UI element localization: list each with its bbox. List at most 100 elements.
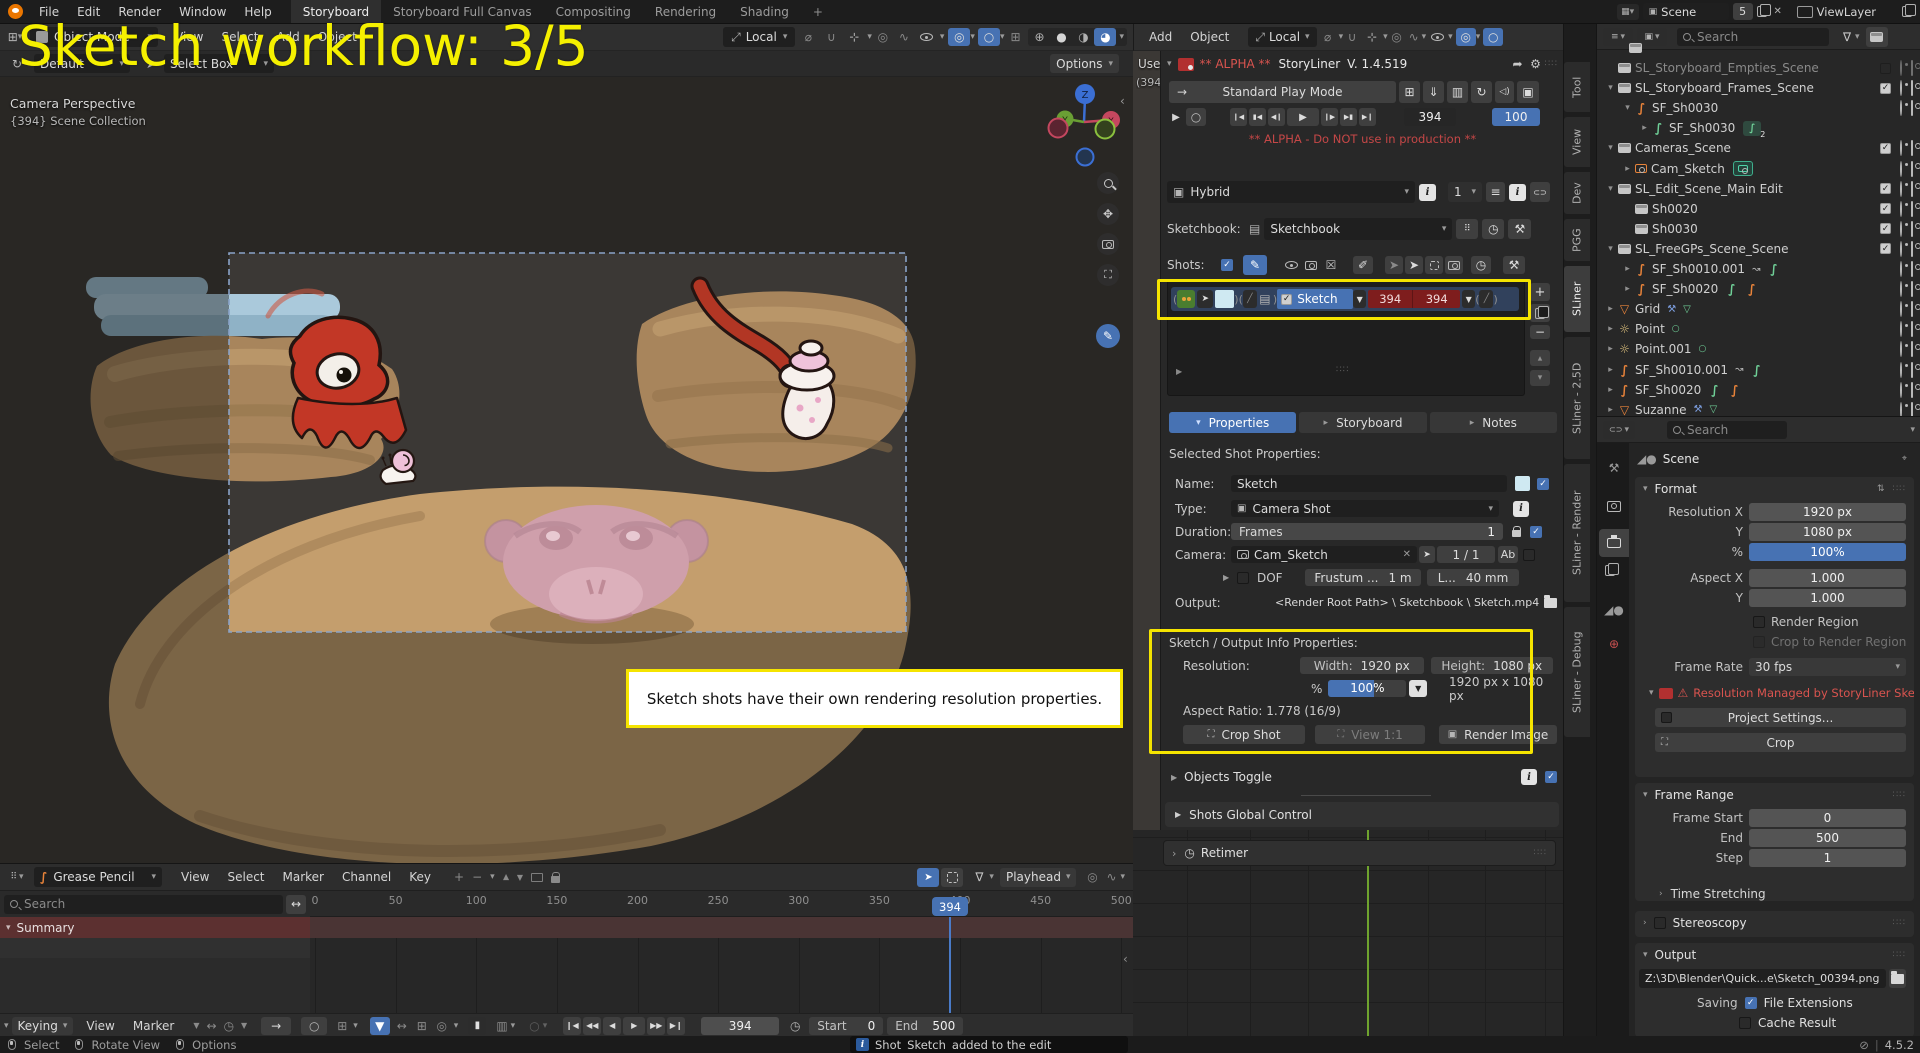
render-camera-toggle[interactable] (1911, 403, 1913, 416)
ghost-icon[interactable]: ○ (529, 1019, 539, 1033)
tab-viewlayer-icon[interactable] (1605, 565, 1615, 576)
sketchbook-dropdown[interactable]: Sketchbook▾ (1264, 218, 1452, 240)
playhead-line[interactable] (949, 917, 951, 1013)
outliner-row[interactable]: ▸∫SF_Sh0020∫∫ (1597, 380, 1920, 400)
add-key-icon[interactable]: + (454, 870, 464, 884)
outliner-row[interactable]: ▾SL_FreeGPs_Scene_Scene✓ (1597, 239, 1920, 259)
outliner-item-label[interactable]: Cameras_Scene (1635, 141, 1731, 155)
dope-editor-icon[interactable]: ⠿▾ (0, 872, 34, 882)
expander-icon[interactable]: ▾ (1603, 244, 1618, 254)
dope-menu-key[interactable]: Key (400, 870, 440, 884)
frame-alt-field[interactable]: 100 (1492, 108, 1540, 126)
hide-eye-toggle[interactable] (1900, 141, 1902, 155)
channel-expand-icon[interactable]: ↔ (286, 895, 306, 914)
transport-5[interactable]: ▶❙ (667, 1017, 685, 1035)
screen-icon[interactable] (531, 873, 543, 882)
play-mode-button[interactable]: →Standard Play Mode (1169, 81, 1396, 103)
snap-mode-icon[interactable]: ↔ (394, 1019, 410, 1033)
stats-icon[interactable]: ▥ (1447, 81, 1468, 103)
hide-eye-toggle[interactable] (1900, 403, 1902, 416)
render-camera-toggle[interactable] (1911, 302, 1913, 316)
project-export-icon[interactable]: ➦ (1509, 57, 1527, 71)
objects-toggle-checkbox[interactable]: ✓ (1545, 771, 1557, 783)
shot-name-input[interactable]: Sketch (1231, 475, 1507, 492)
tab-tool-icon[interactable]: ⚒ (1603, 457, 1625, 479)
collection-checkbox[interactable]: ✓ (1880, 143, 1891, 154)
outliner-item-label[interactable]: SF_Sh0030 (1669, 121, 1735, 135)
chart-icon[interactable]: ▥ (496, 1019, 507, 1033)
notification[interactable]: i Shot Sketch added to the edit (850, 1036, 1128, 1053)
outliner-item-label[interactable]: SL_Edit_Scene_Main Edit (1635, 182, 1783, 196)
marker-range-icon[interactable]: ↔ (207, 1019, 217, 1033)
layout-info-icon[interactable]: i (1419, 184, 1436, 201)
dope-menu-view[interactable]: View (172, 870, 218, 884)
layout-mode-dropdown[interactable]: ▣Hybrid▾ (1167, 181, 1415, 203)
shots-box-cam-icon[interactable] (1445, 256, 1463, 274)
expander-icon[interactable]: ▸ (1603, 324, 1618, 334)
tab-scene-icon[interactable]: ◢● (1603, 599, 1625, 621)
outliner-row[interactable]: Sh0020✓ (1597, 199, 1920, 219)
outliner-row[interactable]: ▸∫SF_Sh0010.001↝∫ (1597, 259, 1920, 279)
render-camera-toggle[interactable] (1911, 222, 1913, 236)
mirror-icon[interactable]: ⊞ (414, 1019, 430, 1033)
side-tab-view[interactable]: View (1564, 117, 1590, 167)
render-icon[interactable]: ▣ (1517, 81, 1539, 103)
outliner-item-label[interactable]: Grid (1635, 302, 1660, 316)
falloff2-icon[interactable]: ∿ (1406, 30, 1422, 44)
expander-icon[interactable]: ▸ (1603, 405, 1618, 415)
hide-eye-toggle[interactable] (1900, 202, 1902, 216)
frustum-button[interactable]: Frustum ...1 m (1305, 569, 1421, 586)
format-row-field[interactable]: 1.000 (1749, 569, 1906, 587)
snap-toggle-icon[interactable]: ▼ (370, 1017, 390, 1035)
scene-unlink-icon[interactable]: ✕ (1771, 6, 1785, 17)
camera-count-button[interactable]: 1 / 1 (1437, 546, 1495, 563)
footer-frame-field[interactable]: 394 (701, 1017, 779, 1035)
side-tab-sliner-2-5d[interactable]: SLiner - 2.5D (1564, 337, 1590, 459)
collection-checkbox[interactable]: ✓ (1880, 83, 1891, 94)
tab-render-icon[interactable] (1603, 495, 1625, 517)
render-region-checkbox[interactable] (1753, 616, 1765, 628)
project-settings-button[interactable]: Project Settings... (1655, 708, 1906, 727)
render-camera-toggle[interactable] (1911, 141, 1913, 155)
outliner-item-label[interactable]: SF_Sh0020 (1652, 282, 1718, 296)
side-tab-sliner-debug[interactable]: SLiner - Debug (1564, 607, 1590, 737)
collection-checkbox[interactable]: ✓ (1880, 203, 1891, 214)
sl-tab-notes[interactable]: ▸Notes (1430, 412, 1557, 433)
keyframe-grid[interactable] (310, 938, 1133, 1013)
scene-copy-icon[interactable] (1757, 6, 1767, 17)
retimer-panel[interactable]: › ◷ Retimer ∷∷ (1163, 840, 1556, 866)
outliner-item-label[interactable]: Suzanne (1635, 403, 1686, 416)
lock-icon[interactable] (551, 876, 560, 883)
format-row-field[interactable]: 1920 px (1749, 503, 1906, 521)
pivot2-icon[interactable]: ⌀ (1317, 30, 1339, 44)
duration-field[interactable]: Frames1 (1231, 523, 1503, 540)
expander-icon[interactable]: ▾ (1603, 143, 1618, 153)
expander-icon[interactable]: ▸ (1620, 264, 1635, 274)
breadcrumb-scene[interactable]: Scene (1663, 452, 1700, 466)
outliner-row[interactable]: ▸Cam_Sketch (1597, 159, 1920, 179)
outliner-row[interactable]: ▾SL_Storyboard_Frames_Scene✓ (1597, 78, 1920, 98)
format-row-field[interactable]: 1080 px (1749, 523, 1906, 541)
outliner-row[interactable]: ▸☼Point.001○ (1597, 339, 1920, 359)
viewport-3d[interactable]: ⊞▾ Object Mode▾ ViewSelectAddObject ⤢Loc… (0, 24, 1133, 863)
two-key-icon[interactable]: ▮ (468, 1017, 486, 1035)
render-camera-toggle[interactable] (1911, 383, 1913, 397)
format-title[interactable]: Format (1655, 482, 1697, 496)
snap-magnet-icon[interactable]: ∪ (821, 30, 841, 44)
output-title[interactable]: Output (1655, 948, 1697, 962)
outliner-item-label[interactable]: Sh0030 (1652, 222, 1698, 236)
outliner-item-label[interactable]: SF_Sh0020 (1635, 383, 1701, 397)
shading-solid-icon[interactable]: ● (1050, 30, 1072, 44)
hide-eye-toggle[interactable] (1900, 182, 1902, 196)
dope-funnel-icon[interactable]: ∇ (969, 870, 989, 884)
sl-transport-4[interactable]: ❙▶ (1321, 108, 1338, 126)
list-layout-icon[interactable]: ≡ (1486, 182, 1505, 202)
outliner-row[interactable]: ▸∫SF_Sh0010.001↝∫ (1597, 360, 1920, 380)
zoom-icon[interactable] (1097, 172, 1119, 194)
outliner-item-label[interactable]: Point (1635, 322, 1665, 336)
side-tab-sliner[interactable]: SLiner (1564, 266, 1590, 332)
layout-count-field[interactable]: 1▾ (1448, 182, 1482, 202)
layout-info2-icon[interactable]: i (1509, 184, 1526, 201)
dope-collapse-arrow[interactable]: ‹ (1123, 952, 1128, 966)
hide-eye-toggle[interactable] (1900, 322, 1902, 336)
